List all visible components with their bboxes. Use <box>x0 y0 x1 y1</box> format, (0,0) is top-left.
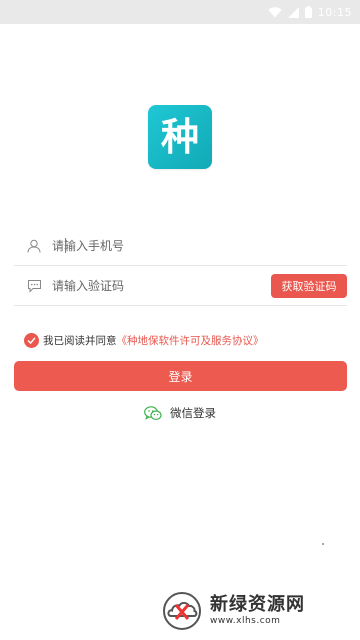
status-bar: 10:15 <box>0 0 360 24</box>
get-code-button[interactable]: 获取验证码 <box>271 273 347 298</box>
user-icon <box>14 226 52 266</box>
agreement-link[interactable]: 《种地保软件许可及服务协议》 <box>117 333 264 348</box>
watermark-title: 新绿资源网 <box>210 594 305 615</box>
wechat-login-button[interactable]: 微信登录 <box>144 402 216 424</box>
wechat-icon <box>144 405 162 420</box>
site-watermark: 新绿资源网 www.xlhs.com <box>160 588 360 634</box>
battery-icon <box>304 6 312 18</box>
login-button[interactable]: 登录 <box>14 361 347 391</box>
verification-code-input[interactable] <box>52 265 271 306</box>
signal-icon <box>287 6 299 18</box>
code-field-row: 获取验证码 <box>14 265 347 306</box>
wifi-icon <box>268 6 282 17</box>
agreement-text: 我已阅读并同意 <box>43 334 117 347</box>
phone-field-row <box>14 225 347 266</box>
wechat-login-label: 微信登录 <box>170 406 216 420</box>
decorative-dot <box>322 543 324 545</box>
agreement-row: 我已阅读并同意 《种地保软件许可及服务协议》 <box>24 330 264 350</box>
app-logo-text: 种 <box>160 115 199 159</box>
message-icon <box>14 266 52 306</box>
agreement-checkbox[interactable] <box>24 332 39 348</box>
status-time: 10:15 <box>317 5 352 19</box>
watermark-text: 新绿资源网 www.xlhs.com <box>210 595 305 627</box>
app-logo: 种 <box>148 105 212 169</box>
text-caret <box>65 238 66 253</box>
phone-input[interactable] <box>52 225 347 266</box>
check-icon <box>27 336 36 344</box>
login-screen: 10:15 种 获取验证码 <box>0 0 360 640</box>
cloud-logo-icon <box>163 592 201 630</box>
watermark-url: www.xlhs.com <box>210 616 281 626</box>
